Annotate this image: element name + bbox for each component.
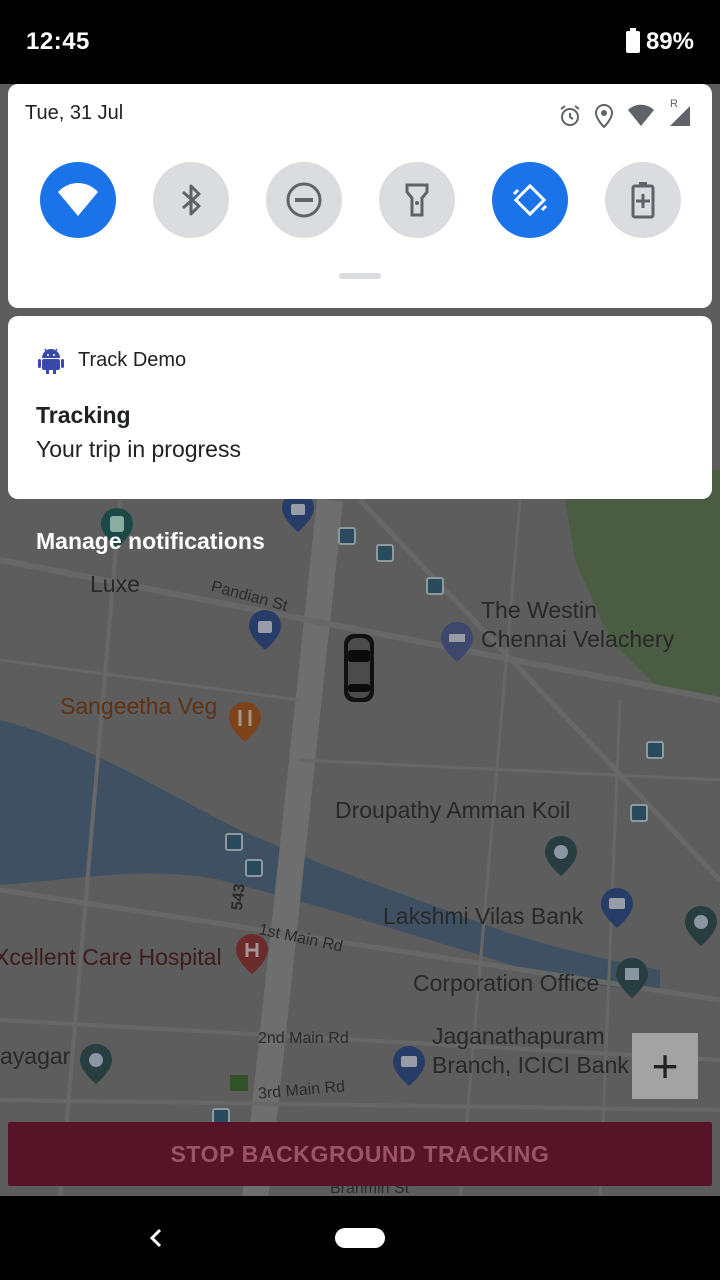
home-button[interactable] xyxy=(335,1228,385,1248)
notification-app-name: Track Demo xyxy=(78,348,187,371)
notification-title: Tracking xyxy=(36,402,131,428)
qs-tiles xyxy=(40,162,681,238)
notification-card[interactable]: Track Demo Tracking Your trip in progres… xyxy=(8,316,712,499)
wifi-signal-icon xyxy=(628,104,654,126)
qs-tile-bluetooth[interactable] xyxy=(153,162,229,238)
location-icon xyxy=(594,104,614,128)
navigation-bar xyxy=(0,1196,720,1280)
android-icon xyxy=(38,348,64,374)
zoom-in-button[interactable]: + xyxy=(632,1033,698,1099)
status-right: 89% xyxy=(625,28,694,56)
qs-expand-handle[interactable] xyxy=(339,273,381,279)
stop-background-tracking-button[interactable]: STOP BACKGROUND TRACKING xyxy=(8,1122,712,1186)
do-not-disturb-icon xyxy=(286,182,322,218)
notification-header: Track Demo xyxy=(38,346,186,374)
manage-notifications-button[interactable]: Manage notifications xyxy=(36,528,265,555)
battery-icon xyxy=(625,28,640,53)
battery-saver-icon xyxy=(631,182,655,219)
qs-tile-do-not-disturb[interactable] xyxy=(266,162,342,238)
back-icon[interactable] xyxy=(140,1220,172,1256)
status-time: 12:45 xyxy=(26,28,90,55)
qs-date: Tue, 31 Jul xyxy=(25,102,124,124)
status-bar: 12:45 89% xyxy=(0,0,720,84)
flashlight-icon xyxy=(405,183,429,217)
qs-tile-wifi[interactable] xyxy=(40,162,116,238)
cell-signal-icon: R xyxy=(668,98,692,128)
bluetooth-icon xyxy=(182,184,201,216)
battery-percent: 89% xyxy=(645,28,694,55)
alarm-icon xyxy=(560,105,580,126)
qs-tile-flashlight[interactable] xyxy=(379,162,455,238)
qs-tile-auto-rotate[interactable] xyxy=(492,162,568,238)
notification-text: Your trip in progress xyxy=(36,436,241,462)
roaming-indicator: R xyxy=(670,98,678,110)
wifi-icon xyxy=(58,183,98,216)
qs-status-icons: R xyxy=(558,98,692,128)
quick-settings-panel: Tue, 31 Jul R xyxy=(8,84,712,308)
auto-rotate-icon xyxy=(512,183,548,217)
qs-tile-battery-saver[interactable] xyxy=(605,162,681,238)
